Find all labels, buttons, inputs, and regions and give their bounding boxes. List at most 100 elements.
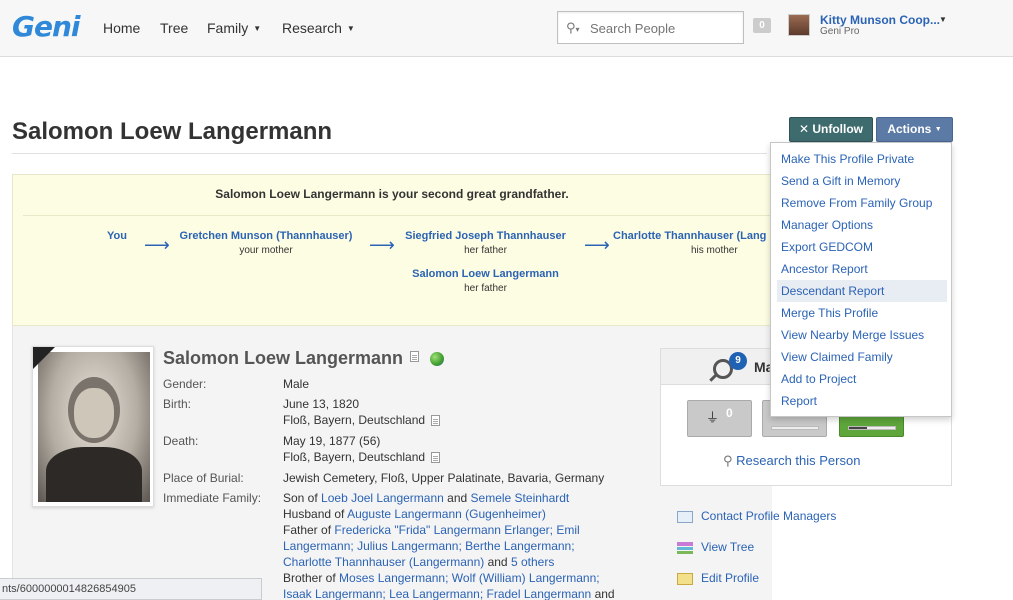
menu-item-merge-profile[interactable]: Merge This Profile bbox=[777, 302, 947, 324]
family-row-siblings-cont: Isaak Langermann; Lea Langermann; Fradel… bbox=[283, 587, 615, 600]
menu-item-ancestor-report[interactable]: Ancestor Report bbox=[777, 258, 947, 280]
relationship-node: Gretchen Munson (Thannhauser) your mothe… bbox=[171, 230, 361, 256]
relationship-person-link[interactable]: Gretchen Munson (Thannhauser) bbox=[171, 230, 361, 242]
nav-research-label: Research bbox=[282, 20, 342, 36]
search-input[interactable] bbox=[590, 18, 738, 38]
search-icon: ⚲ bbox=[723, 453, 733, 468]
family-link[interactable]: Langermann; bbox=[283, 539, 354, 553]
family-row-siblings: Brother of Moses Langermann; Wolf (Willi… bbox=[283, 571, 600, 585]
relationship-person-link[interactable]: Siegfried Joseph Thannhauser bbox=[398, 230, 573, 242]
family-link[interactable]: Fredericka "Frida" Langermann Erlanger; bbox=[334, 523, 553, 537]
immediate-family-label: Immediate Family: bbox=[163, 491, 262, 505]
birth-date: June 13, 1820 bbox=[283, 397, 360, 411]
research-this-person-link[interactable]: ⚲ Research this Person bbox=[723, 453, 860, 469]
document-icon[interactable] bbox=[410, 351, 419, 362]
family-link[interactable]: Isaak Langermann; bbox=[283, 587, 386, 600]
relationship-person-link[interactable]: Salomon Loew Langermann bbox=[398, 268, 573, 280]
gender-value: Male bbox=[283, 377, 310, 391]
family-link[interactable]: Emil bbox=[556, 523, 579, 537]
menu-item-nearby-merge-issues[interactable]: View Nearby Merge Issues bbox=[777, 324, 947, 346]
family-link[interactable]: Julius Langermann; bbox=[357, 539, 462, 553]
family-row-spouse: Husband of Auguste Langermann (Gugenheim… bbox=[283, 507, 546, 521]
progress-fill bbox=[849, 427, 868, 429]
menu-item-make-private[interactable]: Make This Profile Private bbox=[777, 148, 947, 170]
arrow-right-icon: ⟶ bbox=[144, 235, 170, 255]
family-link[interactable]: 5 others bbox=[511, 555, 554, 569]
family-link[interactable]: Fradel Langermann bbox=[487, 587, 592, 600]
divider bbox=[12, 153, 767, 154]
nav-family-label: Family bbox=[207, 20, 249, 36]
profile-photo-frame[interactable] bbox=[32, 346, 154, 507]
menu-item-send-gift[interactable]: Send a Gift in Memory bbox=[777, 170, 947, 192]
contact-managers-link[interactable]: Contact Profile Managers bbox=[701, 509, 836, 523]
chevron-down-icon[interactable]: ▼ bbox=[939, 15, 947, 24]
notification-badge[interactable]: 0 bbox=[753, 18, 771, 33]
family-text: and bbox=[447, 491, 468, 505]
nav-research[interactable]: Research ▼ bbox=[282, 20, 355, 36]
birth-place: Floß, Bayern, Deutschland bbox=[283, 413, 426, 427]
unfollow-button[interactable]: ✕ Unfollow bbox=[789, 117, 873, 142]
family-row-children-cont2: Charlotte Thannhauser (Langermann) and 5… bbox=[283, 555, 554, 569]
menu-item-add-to-project[interactable]: Add to Project bbox=[777, 368, 947, 390]
edit-profile-link[interactable]: Edit Profile bbox=[701, 571, 759, 585]
relationship-node: Siegfried Joseph Thannhauser her father bbox=[398, 230, 573, 256]
profile-photo bbox=[38, 352, 150, 502]
photo-face bbox=[74, 388, 114, 438]
chevron-down-icon: ▼ bbox=[934, 126, 942, 133]
menu-item-manager-options[interactable]: Manager Options bbox=[777, 214, 947, 236]
relationship-label: your mother bbox=[239, 245, 293, 256]
divider bbox=[23, 215, 773, 216]
menu-item-claimed-family[interactable]: View Claimed Family bbox=[777, 346, 947, 368]
actions-dropdown-menu: Make This Profile Private Send a Gift in… bbox=[770, 142, 952, 417]
document-icon[interactable] bbox=[431, 452, 441, 464]
mail-icon bbox=[677, 511, 693, 523]
family-link[interactable]: Semele Steinhardt bbox=[471, 491, 570, 505]
chevron-down-icon: ▼ bbox=[253, 24, 262, 33]
edit-icon bbox=[677, 573, 693, 585]
family-link[interactable]: Charlotte Thannhauser (Langermann) bbox=[283, 555, 484, 569]
smart-matches-progress bbox=[848, 426, 896, 430]
nav-home[interactable]: Home bbox=[103, 20, 140, 36]
menu-item-export-gedcom[interactable]: Export GEDCOM bbox=[777, 236, 947, 258]
family-link[interactable]: Berthe Langermann; bbox=[465, 539, 574, 553]
document-icon[interactable] bbox=[431, 415, 441, 427]
tree-icon bbox=[677, 542, 693, 554]
family-text: and bbox=[487, 555, 508, 569]
actions-button-label: Actions bbox=[887, 122, 932, 136]
geni-logo[interactable]: Geni bbox=[12, 10, 81, 43]
menu-item-report[interactable]: Report bbox=[777, 390, 947, 412]
profile-name: Salomon Loew Langermann bbox=[163, 348, 404, 368]
relationship-person-link[interactable]: Charlotte Thannhauser (Lang bbox=[613, 230, 771, 242]
family-link[interactable]: Loeb Joel Langermann bbox=[321, 491, 444, 505]
search-box[interactable]: ⚲▾ bbox=[557, 11, 744, 44]
menu-item-remove-family-group[interactable]: Remove From Family Group bbox=[777, 192, 947, 214]
relationship-label: her father bbox=[464, 245, 507, 256]
birth-place-row: Floß, Bayern, Deutschland bbox=[283, 413, 441, 427]
relationship-panel: Salomon Loew Langermann is your second g… bbox=[12, 174, 773, 326]
user-name-link[interactable]: Kitty Munson Coop... bbox=[820, 13, 940, 27]
family-link[interactable]: Auguste Langermann (Gugenheimer) bbox=[347, 507, 546, 521]
memorial-ribbon-icon bbox=[33, 347, 55, 369]
nav-family[interactable]: Family ▼ bbox=[207, 20, 261, 36]
family-text: Father of bbox=[283, 523, 332, 537]
actions-button[interactable]: Actions ▼ bbox=[876, 117, 953, 142]
family-row-parents: Son of Loeb Joel Langermann and Semele S… bbox=[283, 491, 569, 505]
globe-icon[interactable] bbox=[430, 352, 444, 366]
relationship-person-link[interactable]: You bbox=[97, 230, 137, 242]
menu-item-descendant-report[interactable]: Descendant Report bbox=[777, 280, 947, 302]
death-label: Death: bbox=[163, 434, 199, 448]
death-place: Floß, Bayern, Deutschland bbox=[283, 450, 426, 464]
magnifier-handle bbox=[709, 373, 718, 382]
gender-label: Gender: bbox=[163, 377, 207, 391]
arrow-right-icon: ⟶ bbox=[584, 235, 610, 255]
family-link[interactable]: Wolf (William) Langermann; bbox=[452, 571, 600, 585]
view-tree-link[interactable]: View Tree bbox=[701, 540, 754, 554]
tree-matches-button[interactable]: ⏚ 0 bbox=[687, 400, 752, 437]
family-link[interactable]: Moses Langermann; bbox=[339, 571, 448, 585]
chevron-down-icon: ▼ bbox=[346, 24, 355, 33]
family-text: and bbox=[594, 587, 615, 600]
nav-tree[interactable]: Tree bbox=[160, 20, 188, 36]
family-link[interactable]: Lea Langermann; bbox=[389, 587, 483, 600]
avatar[interactable] bbox=[788, 14, 810, 36]
matches-badge[interactable]: 9 bbox=[729, 352, 747, 370]
